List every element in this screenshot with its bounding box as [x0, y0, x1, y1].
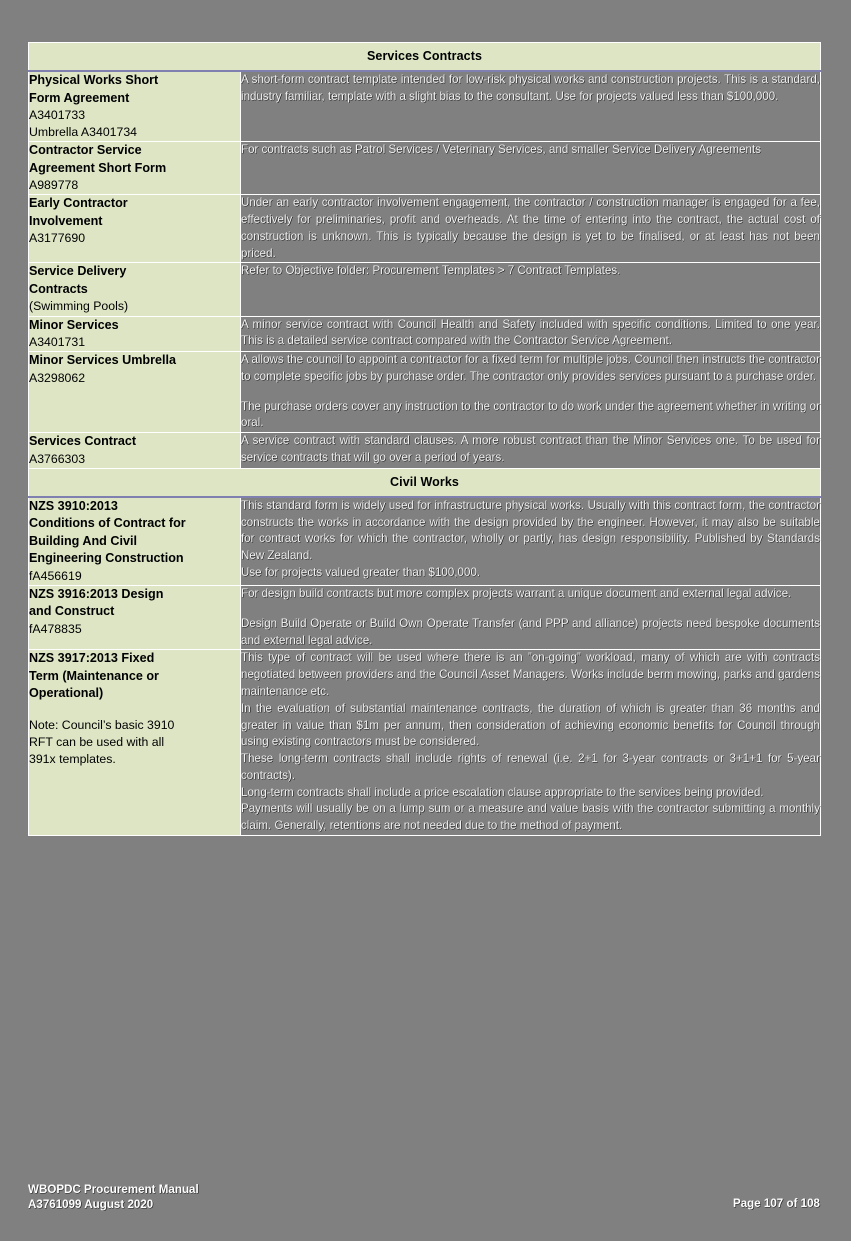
label-title-line: Operational) [29, 686, 104, 701]
description-extra-line: Use for projects valued greater than $10… [241, 566, 481, 580]
section-header-row: Civil Works [28, 467, 821, 498]
label-title-line: NZS 3917:2013 Fixed [29, 651, 155, 666]
table-row: Contractor Service Agreement Short Form … [28, 141, 821, 196]
section-heading-civil-works: Civil Works [28, 467, 821, 498]
description-paragraph: For design build contracts but more comp… [241, 586, 792, 600]
table-row: NZS 3910:2013 Conditions of Contract for… [28, 496, 821, 586]
description-paragraph: A short-form contract template intended … [241, 73, 820, 103]
table-row: Minor Services A3401731 A minor service … [28, 315, 821, 353]
row-label-minor-services: Minor Services A3401731 [28, 315, 241, 353]
footer-document-reference: A3761099 August 2020 [28, 1198, 154, 1212]
table-row: Service Delivery Contracts (Swimming Poo… [28, 262, 821, 317]
label-title-line: Agreement Short Form [29, 160, 167, 175]
row-label-nzs-3910-2013: NZS 3910:2013 Conditions of Contract for… [28, 496, 241, 586]
label-reference-id: A3298062 [29, 370, 86, 385]
description-paragraph: For contracts such as Patrol Services / … [241, 143, 761, 157]
row-description: Under an early contractor involvement en… [240, 194, 821, 264]
description-paragraph: Payments will usually be on a lump sum o… [241, 802, 820, 833]
description-paragraph: A minor service contract with Council He… [241, 317, 820, 348]
label-title-line: Contractor Service [29, 143, 142, 158]
description-paragraph: In the evaluation of substantial mainten… [241, 701, 820, 749]
label-title-line: and Construct [29, 604, 115, 619]
description-paragraph: A service contract with standard clauses… [241, 434, 820, 465]
row-label-services-contract: Services Contract A3766303 [28, 432, 241, 469]
row-description: A short-form contract template intended … [240, 70, 821, 143]
label-reference-id: Umbrella A3401734 [29, 125, 138, 140]
table-row: Early Contractor Involvement A3177690 Un… [28, 194, 821, 264]
label-title-line: Minor Services Umbrella [29, 353, 176, 368]
label-reference-id: A3177690 [29, 231, 86, 246]
row-description: For contracts such as Patrol Services / … [240, 141, 821, 196]
row-description: Refer to Objective folder: Procurement T… [240, 262, 821, 317]
label-title-line: Form Agreement [29, 90, 130, 105]
label-title-line: NZS 3916:2013 Design [29, 586, 164, 601]
row-label-physical-works-short-form-agreement: Physical Works Short Form Agreement A340… [28, 70, 241, 143]
label-reference-id: A3401733 [29, 108, 86, 122]
row-description: This type of contract will be used where… [240, 649, 821, 837]
footer-page-number: Page 107 of 108 [732, 1197, 820, 1210]
row-label-contractor-service-agreement-short-form: Contractor Service Agreement Short Form … [28, 141, 241, 196]
row-description: This standard form is widely used for in… [240, 496, 821, 586]
label-title-line: Contracts [29, 281, 88, 296]
section-heading-services-contracts: Services Contracts [28, 42, 821, 72]
description-paragraph: This standard form is widely used for in… [241, 498, 820, 563]
row-label-service-delivery-contracts: Service Delivery Contracts (Swimming Poo… [28, 262, 241, 317]
row-label-nzs-3916-2013: NZS 3916:2013 Design and Construct fA478… [28, 584, 241, 651]
table-row: Services Contract A3766303 A service con… [28, 432, 821, 469]
label-title-line: Service Delivery [29, 264, 127, 279]
label-qualifier: (Swimming Pools) [29, 299, 129, 314]
row-label-nzs-3917-2013: NZS 3917:2013 Fixed Term (Maintenance or… [28, 649, 241, 837]
table-row: NZS 3917:2013 Fixed Term (Maintenance or… [28, 649, 821, 837]
table-row: NZS 3916:2013 Design and Construct fA478… [28, 584, 821, 651]
description-paragraph: Design Build Operate or Build Own Operat… [241, 616, 820, 647]
label-title-line: Involvement [29, 213, 103, 228]
table-body: Services Contracts Physical Works Short … [28, 42, 821, 837]
row-label-early-contractor-involvement: Early Contractor Involvement A3177690 [28, 194, 241, 264]
row-description: A service contract with standard clauses… [240, 432, 821, 469]
label-title-line: Physical Works Short [29, 73, 159, 87]
row-description: For design build contracts but more comp… [240, 584, 821, 651]
label-reference-id: A3766303 [29, 451, 86, 466]
footer-document-info: WBOPDC Procurement Manual A3761099 Augus… [28, 1182, 199, 1213]
table-row: Physical Works Short Form Agreement A340… [28, 70, 821, 143]
label-title-line: Engineering Construction [29, 551, 184, 566]
label-note-line: Note: Council’s basic 3910 [29, 717, 175, 732]
label-reference-id: A3401731 [29, 335, 86, 349]
table-row: Minor Services Umbrella A3298062 A allow… [28, 351, 821, 434]
label-reference-id: fA478835 [29, 621, 82, 636]
section-header-row: Services Contracts [28, 42, 821, 72]
description-paragraph: These long-term contracts shall include … [241, 752, 820, 782]
description-paragraph: Under an early contractor involvement en… [241, 196, 820, 260]
label-note-line: RFT can be used with all [29, 734, 165, 749]
description-paragraph: This type of contract will be used where… [241, 651, 820, 698]
page-footer: WBOPDC Procurement Manual A3761099 Augus… [28, 1182, 820, 1213]
label-title-line: Term (Maintenance or [29, 668, 159, 683]
label-title-line: Building And Civil [29, 533, 137, 548]
description-paragraph: Long-term contracts shall include a pric… [241, 785, 764, 799]
footer-manual-title: WBOPDC Procurement Manual [28, 1183, 199, 1196]
label-title-line: NZS 3910:2013 [29, 498, 118, 513]
label-note-line: 391x templates. [29, 751, 116, 766]
row-label-minor-services-umbrella: Minor Services Umbrella A3298062 [28, 351, 241, 434]
row-description: A allows the council to appoint a contra… [240, 351, 821, 434]
contract-templates-table: Services Contracts Physical Works Short … [28, 42, 821, 837]
label-title-line: Minor Services [29, 317, 119, 332]
description-paragraph: Refer to Objective folder: Procurement T… [241, 264, 621, 278]
label-title-line: Conditions of Contract for [29, 516, 186, 531]
label-reference-id: fA456619 [29, 568, 82, 583]
document-page: Services Contracts Physical Works Short … [0, 0, 851, 1241]
row-description: A minor service contract with Council He… [240, 315, 821, 353]
label-title-line: Services Contract [29, 434, 137, 449]
description-paragraph: A allows the council to appoint a contra… [241, 353, 820, 383]
label-reference-id: A989778 [29, 178, 79, 193]
description-paragraph: The purchase orders cover any instructio… [241, 399, 820, 430]
label-title-line: Early Contractor [29, 196, 128, 211]
